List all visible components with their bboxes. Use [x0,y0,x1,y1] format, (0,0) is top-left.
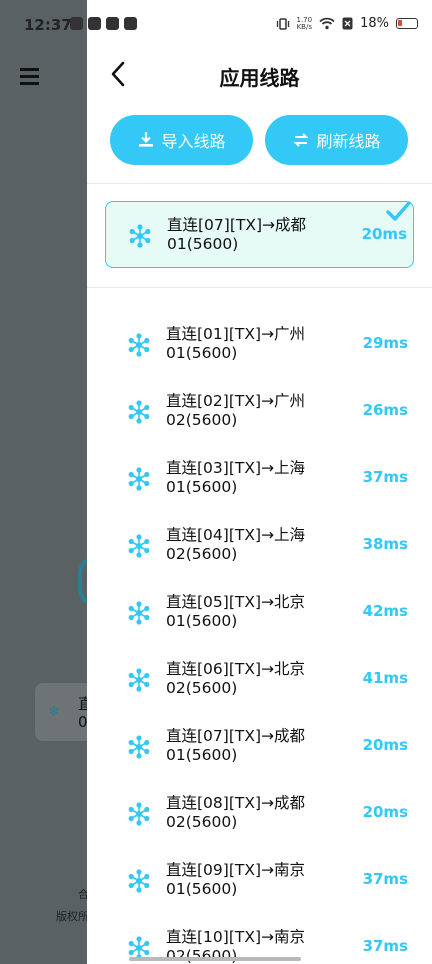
line-ping: 29ms [362,334,408,352]
line-ping: 42ms [362,602,408,620]
status-bar: 12:37 1.70 KB/s 18% [0,0,432,50]
network-node-icon [128,400,150,424]
line-name: 直连[03][TX]→上海 01(5600) [166,459,305,496]
network-node-icon [128,735,150,759]
network-node-icon [128,601,150,625]
line-item[interactable]: 直连[05][TX]→北京 01(5600) 42ms [105,579,414,646]
network-node-icon [128,802,150,826]
network-node-icon [128,534,150,558]
import-icon [139,132,154,147]
vibrate-icon [276,17,289,30]
menu-icon [20,68,39,89]
status-time: 12:37 [24,16,72,34]
wifi-icon [319,17,335,30]
line-ping: 37ms [362,468,408,486]
line-ping: 37ms [362,870,408,888]
import-lines-label: 导入线路 [161,132,226,151]
line-name: 直连[09][TX]→南京 01(5600) [166,861,305,898]
drawer-header: 应用线路 [87,50,432,100]
line-ping: 37ms [362,937,408,955]
line-item[interactable]: 直连[06][TX]→北京 02(5600) 41ms [105,646,414,713]
line-item[interactable]: 直连[04][TX]→上海 02(5600) 38ms [105,512,414,579]
network-node-icon [128,668,150,692]
network-node-icon [128,333,150,357]
line-item[interactable]: 直连[09][TX]→南京 01(5600) 37ms [105,847,414,914]
network-node-icon [128,467,150,491]
background-app-overlay[interactable] [0,0,90,964]
refresh-icon [294,133,309,147]
mail-icon [88,17,101,30]
line-name: 直连[07][TX]→成都 01(5600) [166,727,305,764]
page-title: 应用线路 [219,66,300,90]
line-item[interactable]: 直连[02][TX]→广州 02(5600) 26ms [105,378,414,445]
line-name: 直连[01][TX]→广州 01(5600) [166,325,305,362]
line-name: 直连[08][TX]→成都 02(5600) [166,794,305,831]
background-footer-line2: 版权所 [56,910,89,923]
tiktok-icon [106,17,119,30]
battery-icon [396,18,418,29]
background-line-icon: ❄ [48,704,60,720]
line-ping: 38ms [362,535,408,553]
refresh-lines-label: 刷新线路 [316,132,381,151]
line-item[interactable]: 直连[07][TX]→成都 01(5600) 20ms [105,713,414,780]
line-item[interactable]: 直连[03][TX]→上海 01(5600) 37ms [105,445,414,512]
battery-percent: 18% [360,16,389,31]
checkmark-icon [386,201,411,221]
line-ping: 20ms [362,736,408,754]
sim-blocked-icon [342,17,353,30]
line-name: 直连[05][TX]→北京 01(5600) [166,593,305,630]
line-selection-drawer: 应用线路 导入线路 刷新线路 直连[07][TX]→成都 01(5600) 20… [87,0,432,964]
line-name: 直连[06][TX]→北京 02(5600) [166,660,305,697]
refresh-lines-button[interactable]: 刷新线路 [265,115,408,165]
network-node-icon [129,224,151,248]
line-name: 直连[04][TX]→上海 02(5600) [166,526,305,563]
line-name: 直连[07][TX]→成都 01(5600) [167,216,306,253]
network-node-icon [128,869,150,893]
line-ping: 20ms [362,803,408,821]
line-item[interactable]: 直连[08][TX]→成都 02(5600) 20ms [105,780,414,847]
app-grid-icon [124,17,137,30]
import-lines-button[interactable]: 导入线路 [110,115,253,165]
divider [87,183,432,184]
sync-icon [70,17,83,30]
line-ping: 20ms [361,225,407,243]
line-item[interactable]: 直连[01][TX]→广州 01(5600) 29ms [105,311,414,378]
net-speed: 1.70 KB/s [296,15,313,31]
home-indicator[interactable] [129,957,301,961]
status-right: 1.70 KB/s 18% [276,15,418,31]
selected-line-card[interactable]: 直连[07][TX]→成都 01(5600) 20ms [105,201,414,268]
line-ping: 26ms [362,401,408,419]
line-list[interactable]: 直连[01][TX]→广州 01(5600) 29ms 直连[02][TX]→广州 02… [87,288,432,964]
line-ping: 41ms [362,669,408,687]
line-name: 直连[02][TX]→广州 02(5600) [166,392,305,429]
notification-icons [70,17,137,30]
